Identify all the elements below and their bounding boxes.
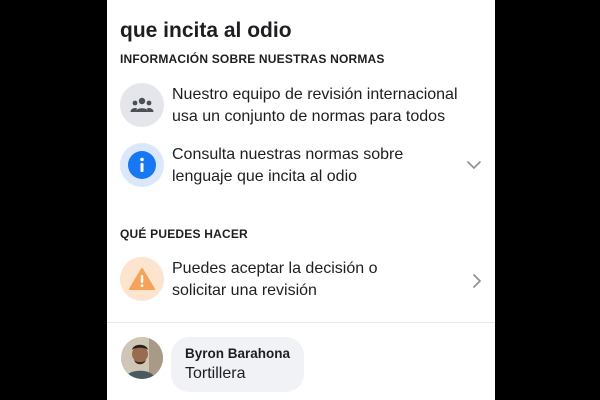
warning-icon <box>129 268 155 290</box>
info-item-line2: lenguaje que incita al odio <box>172 168 358 185</box>
info-item-review-team: Nuestro equipo de revisión internacional… <box>107 83 495 131</box>
people-icon <box>120 83 164 127</box>
info-item-line1: Nuestro equipo de revisión internacional <box>172 86 458 103</box>
info-item-hate-speech-text: Consulta nuestras normas sobre lenguaje … <box>172 144 472 188</box>
comment-text: Tortillera <box>185 365 246 382</box>
info-icon-container <box>120 143 164 187</box>
info-item-line2: usa un conjunto de normas para todos <box>172 108 446 125</box>
comment-author[interactable]: Byron Barahona <box>185 346 290 361</box>
info-section-heading: INFORMACIÓN SOBRE NUESTRAS NORMAS <box>120 52 385 66</box>
report-screen: lenguaje que incita al odio INFORMACIÓN … <box>107 0 495 400</box>
page-title-line2: que incita al odio <box>120 19 292 42</box>
info-item-line1: Consulta nuestras normas sobre <box>172 146 404 163</box>
chevron-down-icon[interactable] <box>466 160 482 170</box>
action-item-line2: solicitar una revisión <box>172 282 317 299</box>
info-item-hate-speech-rules[interactable]: Consulta nuestras normas sobre lenguaje … <box>107 143 495 191</box>
info-icon <box>128 151 156 179</box>
comment-bubble: Byron Barahona Tortillera <box>171 337 305 392</box>
divider <box>107 322 495 323</box>
page-title: lenguaje que incita al odio <box>120 0 490 44</box>
warning-icon-container <box>120 257 164 301</box>
avatar[interactable] <box>121 337 163 379</box>
actions-section-heading: QUÉ PUEDES HACER <box>120 227 248 241</box>
info-item-review-team-text: Nuestro equipo de revisión internacional… <box>172 84 472 128</box>
action-item-request-review[interactable]: Puedes aceptar la decisión o solicitar u… <box>107 257 495 305</box>
action-item-text: Puedes aceptar la decisión o solicitar u… <box>172 258 472 302</box>
chevron-right-icon[interactable] <box>472 273 482 289</box>
action-item-line1: Puedes aceptar la decisión o <box>172 260 378 277</box>
